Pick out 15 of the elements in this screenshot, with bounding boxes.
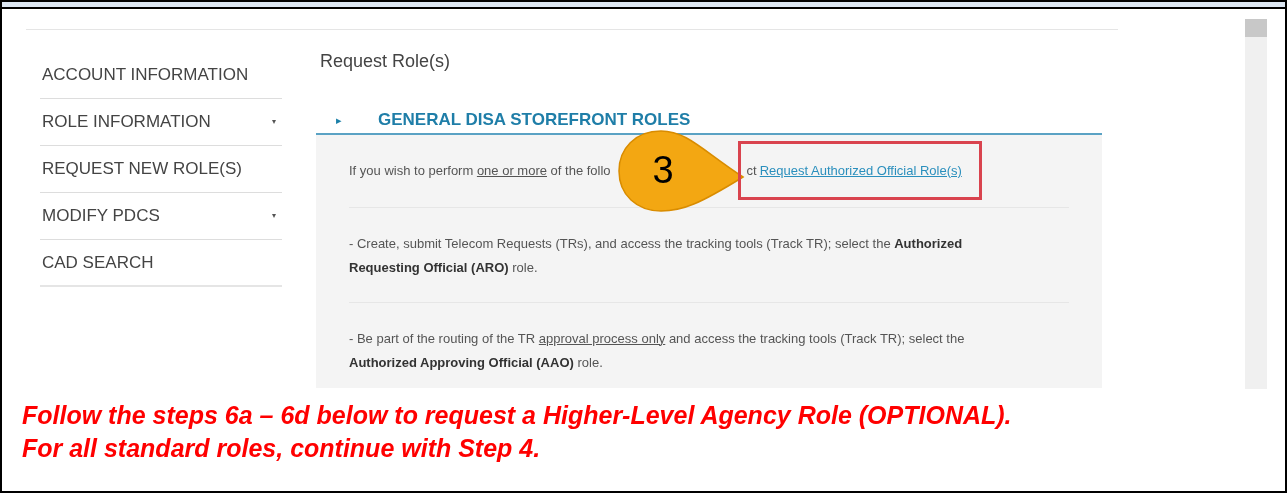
sidebar-item[interactable]: REQUEST NEW ROLE(S) [42,156,242,182]
sidebar-item[interactable]: ACCOUNT INFORMATION [42,62,249,88]
sidebar-item[interactable]: MODIFY PDCS [42,203,160,229]
instruction-text: ct [746,161,757,180]
dropdown-caret-icon[interactable] [272,214,276,218]
instruction-line: For all standard roles, continue with Step 4. [22,433,542,464]
dropdown-caret-icon[interactable] [272,120,276,124]
sidebar-item[interactable]: ROLE INFORMATION [42,109,211,135]
role-description: - Be part of the routing of the TR approval process only and access the tracking tools (Track TR); select the Authorized Approving Official (AAO) role. [349,329,966,372]
sidebar-item[interactable]: CAD SEARCH [42,249,154,276]
instruction-line: Follow the steps 6a – 6d below to request a Higher-Level Agency Role (OPTIONAL). [22,400,1012,431]
scrollbar[interactable] [1245,19,1267,389]
page-title: Request Role(s) [320,50,452,73]
instruction-text: If you wish to perform one or more of the follo [349,161,611,180]
role-description: - Create, submit Telecom Requests (TRs), and access the tracking tools (Track TR); select the Authorized Requesting Official (ARO) role. [349,234,964,277]
